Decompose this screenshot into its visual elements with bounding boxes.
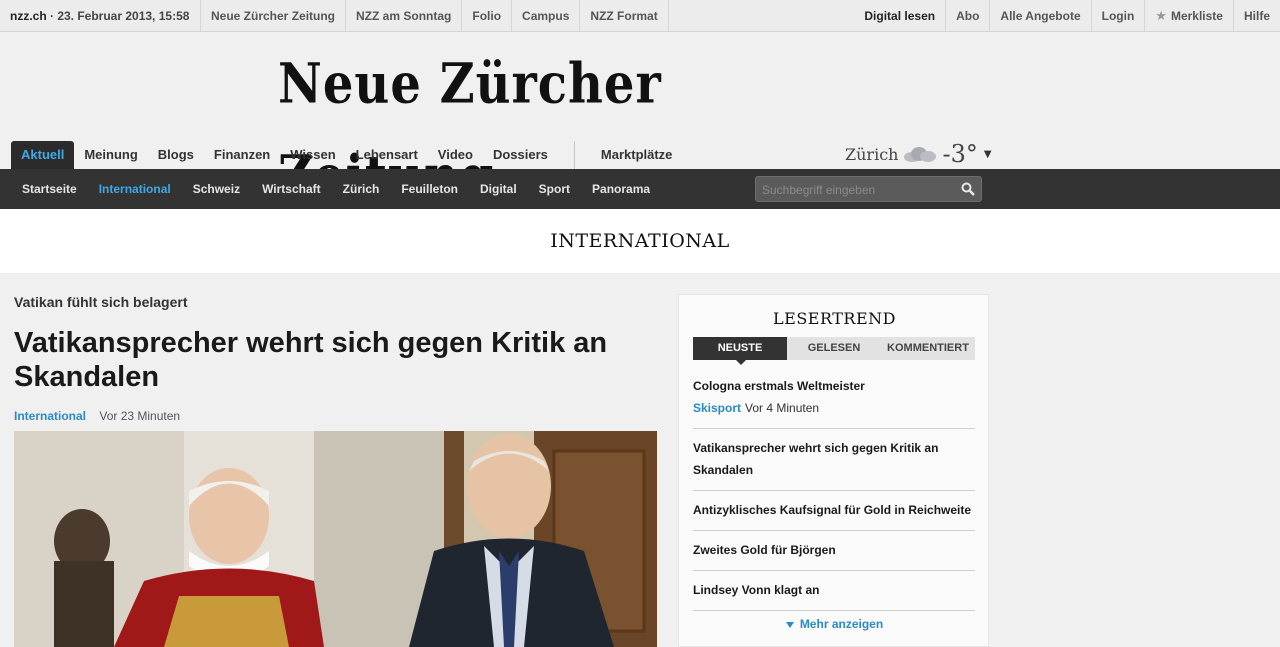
list-item[interactable]: Vatikansprecher wehrt sich gegen Kritik … [693, 429, 975, 491]
weather-widget[interactable]: Zürich -3° ▼ [845, 140, 992, 168]
trend-title[interactable]: Lindsey Vonn klagt an [693, 579, 975, 601]
subnav-feuilleton[interactable]: Feuilleton [390, 169, 469, 209]
subnav-sport[interactable]: Sport [528, 169, 581, 209]
nav-wissen[interactable]: Wissen [280, 141, 345, 169]
trend-tag[interactable]: Skisport [693, 401, 741, 415]
merkliste-link[interactable]: ★ Merkliste [1144, 0, 1233, 32]
nav-meinung[interactable]: Meinung [74, 141, 147, 169]
secondary-nav: Startseite International Schweiz Wirtsch… [0, 169, 1280, 209]
top-utility-bar: nzz.ch · 23. Februar 2013, 15:58 Neue Zü… [0, 0, 1280, 32]
nav-finanzen[interactable]: Finanzen [204, 141, 280, 169]
nav-divider [573, 141, 575, 169]
article-photo[interactable] [14, 431, 657, 647]
nav-aktuell[interactable]: Aktuell [11, 141, 75, 169]
abo-link[interactable]: Abo [945, 0, 989, 32]
list-item[interactable]: Cologna erstmals Weltmeister Skisport Vor… [693, 367, 975, 429]
nav-blogs[interactable]: Blogs [148, 141, 204, 169]
search-box [755, 176, 982, 202]
search-icon[interactable] [961, 182, 975, 196]
article-time: Vor 23 Minuten [99, 409, 181, 423]
article-headline[interactable]: Vatikansprecher wehrt sich gegen Kritik … [14, 326, 654, 394]
subnav-zuerich[interactable]: Zürich [332, 169, 391, 209]
lesertrend-tabs: NEUSTE GELESEN KOMMENTIERT [693, 337, 975, 365]
link-folio[interactable]: Folio [461, 0, 511, 32]
nav-video[interactable]: Video [428, 141, 483, 169]
trend-title[interactable]: Vatikansprecher wehrt sich gegen Kritik … [693, 437, 975, 481]
lesertrend-title: LESERTREND [773, 309, 896, 328]
lesertrend-panel: LESERTREND NEUSTE GELESEN KOMMENTIERT Co… [678, 294, 989, 647]
account-links: Digital lesen Abo Alle Angebote Login ★ M… [854, 0, 1280, 32]
list-item[interactable]: Zweites Gold für Björgen [693, 531, 975, 571]
article-meta: International Vor 23 Minuten [14, 409, 180, 423]
primary-nav: Aktuell Meinung Blogs Finanzen Wissen Le… [11, 141, 682, 169]
subnav-digital[interactable]: Digital [469, 169, 528, 209]
date-text: · 23. Februar 2013, 15:58 [46, 9, 190, 23]
subnav-wirtschaft[interactable]: Wirtschaft [251, 169, 332, 209]
nav-dossiers[interactable]: Dossiers [483, 141, 558, 169]
trend-meta: Skisport Vor 4 Minuten [693, 397, 975, 419]
login-link[interactable]: Login [1090, 0, 1145, 32]
nzz-logo[interactable]: Neue Zürcher Zeitung [278, 38, 718, 208]
cloud-icon [902, 145, 938, 163]
alle-angebote-link[interactable]: Alle Angebote [989, 0, 1090, 32]
article-kicker: Vatikan fühlt sich belagert [14, 294, 188, 310]
mehr-anzeigen-button[interactable]: Mehr anzeigen [679, 617, 990, 631]
trend-time: Vor 4 Minuten [745, 401, 820, 415]
subnav-international[interactable]: International [88, 169, 182, 209]
subnav-startseite[interactable]: Startseite [11, 169, 88, 209]
subnav-panorama[interactable]: Panorama [581, 169, 661, 209]
star-icon: ★ [1155, 8, 1167, 23]
weather-city: Zürich [845, 144, 899, 164]
section-title: INTERNATIONAL [0, 209, 1280, 273]
nav-marktplaetze[interactable]: Marktplätze [591, 141, 683, 169]
search-input[interactable] [762, 181, 952, 199]
trend-title[interactable]: Cologna erstmals Weltmeister [693, 375, 975, 397]
list-item[interactable]: Lindsey Vonn klagt an [693, 571, 975, 611]
tab-neuste[interactable]: NEUSTE [693, 337, 787, 365]
trend-list: Cologna erstmals Weltmeister Skisport Vor… [693, 367, 975, 611]
site-name[interactable]: nzz.ch [10, 9, 47, 23]
publication-links: Neue Zürcher Zeitung NZZ am Sonntag Foli… [200, 0, 669, 32]
tab-kommentiert[interactable]: KOMMENTIERT [881, 337, 975, 360]
photo-illustration [14, 431, 657, 647]
article-category[interactable]: International [14, 409, 86, 423]
triangle-down-icon [785, 621, 794, 628]
weather-temp: -3° [942, 140, 978, 168]
trend-title[interactable]: Zweites Gold für Björgen [693, 539, 975, 561]
link-nzz-format[interactable]: NZZ Format [579, 0, 669, 32]
link-nzz-am-sonntag[interactable]: NZZ am Sonntag [345, 0, 461, 32]
link-nzz[interactable]: Neue Zürcher Zeitung [200, 0, 345, 32]
subnav-schweiz[interactable]: Schweiz [182, 169, 251, 209]
merkliste-label: Merkliste [1170, 9, 1223, 23]
mehr-anzeigen-label: Mehr anzeigen [799, 617, 884, 631]
chevron-down-icon[interactable]: ▼ [984, 149, 992, 160]
list-item[interactable]: Antizyklisches Kaufsignal für Gold in Re… [693, 491, 975, 531]
link-campus[interactable]: Campus [511, 0, 579, 32]
site-date: nzz.ch · 23. Februar 2013, 15:58 [10, 9, 189, 23]
hilfe-link[interactable]: Hilfe [1232, 0, 1280, 32]
digital-lesen-link[interactable]: Digital lesen [854, 0, 945, 32]
nav-lebensart[interactable]: Lebensart [346, 141, 428, 169]
trend-title[interactable]: Antizyklisches Kaufsignal für Gold in Re… [693, 499, 975, 521]
tab-gelesen[interactable]: GELESEN [787, 337, 881, 360]
